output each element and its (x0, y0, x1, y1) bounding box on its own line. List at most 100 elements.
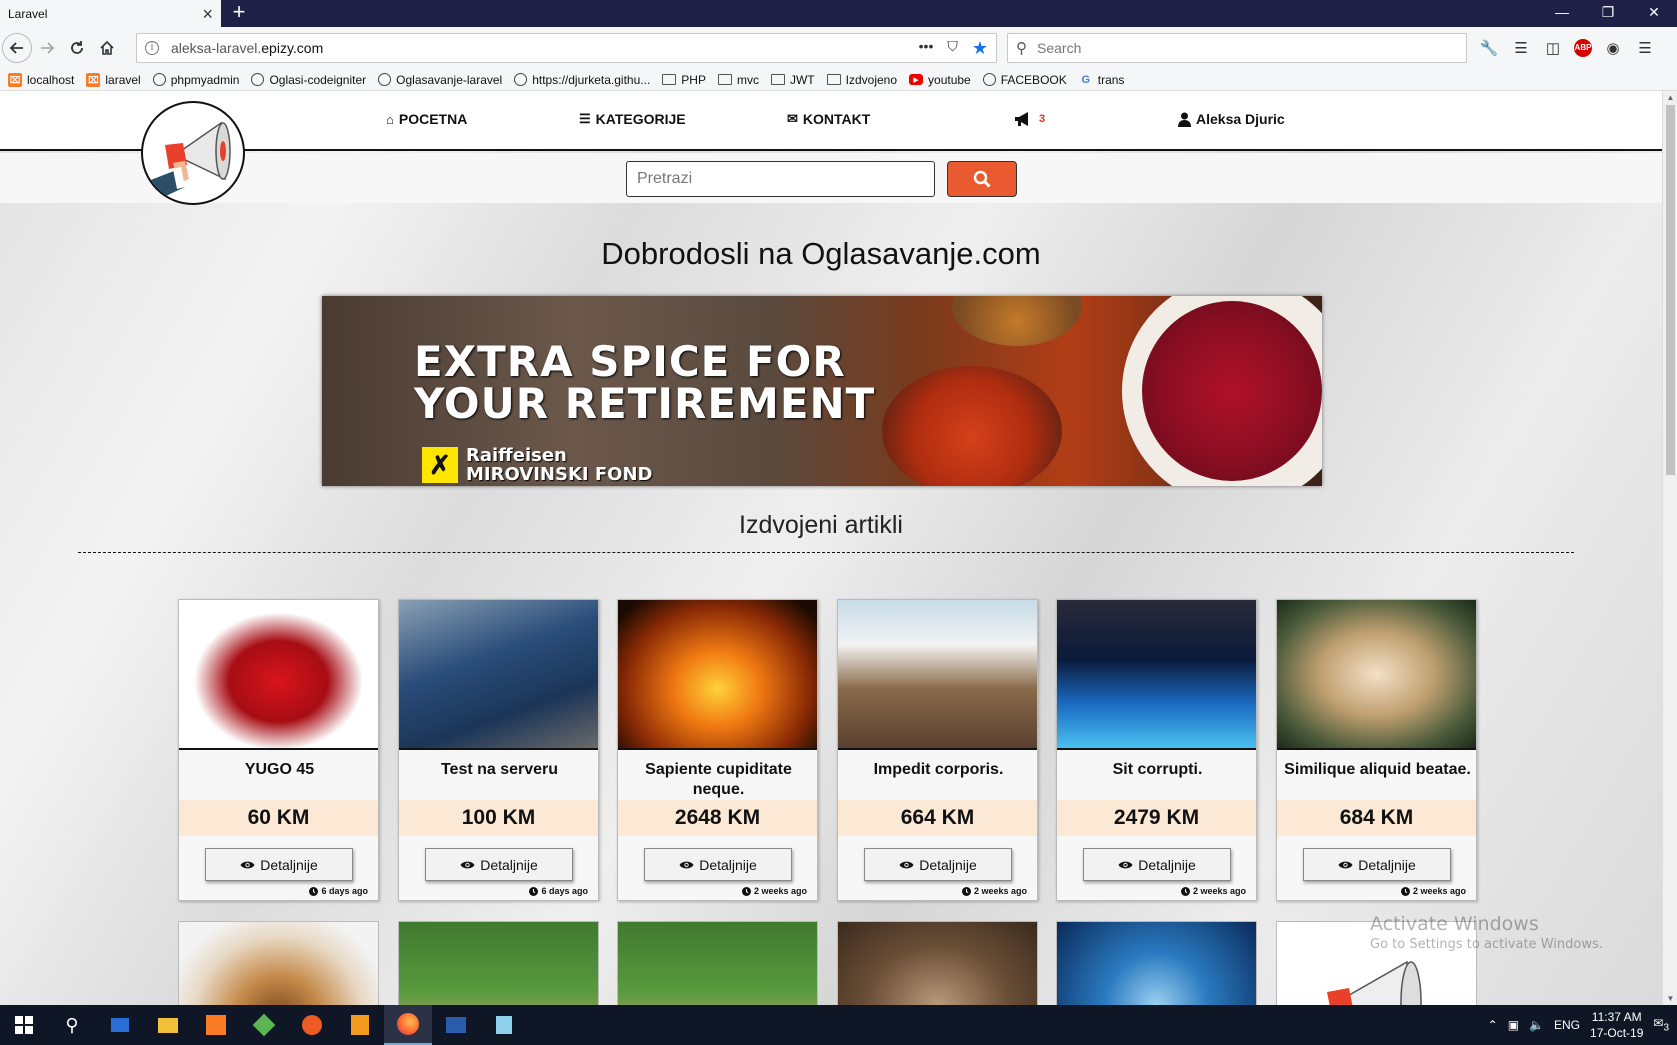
adblock-icon[interactable]: ABP (1574, 39, 1592, 57)
nav-home[interactable]: ⌂ POCETNA (386, 111, 467, 127)
menu-icon[interactable]: ☰ (1634, 39, 1656, 57)
git-icon[interactable] (240, 1005, 288, 1045)
library-icon[interactable]: ☰ (1510, 39, 1532, 57)
notepad-icon[interactable] (480, 1005, 528, 1045)
bookmark-item[interactable]: ⌧ localhost (8, 72, 74, 87)
listing-card-image[interactable] (398, 921, 599, 1005)
site-info-icon[interactable]: i (145, 41, 159, 55)
sidebar-icon[interactable]: ◫ (1542, 39, 1564, 57)
search-button[interactable] (947, 161, 1017, 197)
nav-user[interactable]: Aleksa Djuric (1178, 111, 1285, 127)
back-button[interactable] (2, 33, 32, 63)
listing-card-image[interactable] (617, 921, 818, 1005)
clock-icon (529, 886, 539, 896)
clock-date: 17-Oct-19 (1590, 1026, 1644, 1040)
listing-card-image[interactable] (618, 600, 817, 750)
powershell-icon[interactable] (432, 1005, 480, 1045)
listing-card-image[interactable] (399, 600, 598, 750)
globe-icon (152, 73, 166, 86)
listing-card-image[interactable] (179, 600, 378, 750)
bookmark-item[interactable]: ▶ youtube (909, 73, 971, 87)
pocket-icon[interactable]: ⛉ (947, 38, 958, 59)
bookmark-star-icon[interactable]: ★ (972, 38, 988, 59)
listing-card-image[interactable] (838, 600, 1037, 750)
tab-close-icon[interactable]: × (202, 5, 213, 23)
task-view-icon[interactable] (96, 1005, 144, 1045)
sublime-icon[interactable] (336, 1005, 384, 1045)
scroll-down-icon[interactable]: ▼ (1663, 994, 1677, 1003)
new-tab-button[interactable]: + (228, 0, 250, 27)
scroll-up-icon[interactable]: ▲ (1663, 93, 1677, 102)
restore-icon[interactable]: ❐ (1585, 0, 1631, 27)
file-explorer-icon[interactable] (144, 1005, 192, 1045)
home-button[interactable] (92, 33, 122, 63)
listing-card-image[interactable] (837, 921, 1038, 1005)
details-button[interactable]: Detaljnije (1083, 848, 1231, 881)
globe-icon (982, 73, 996, 86)
account-icon[interactable]: ◉ (1602, 39, 1624, 57)
bookmark-item[interactable]: FACEBOOK (982, 73, 1067, 87)
banner-paprika-decoration (882, 366, 1062, 486)
clock-icon (1400, 886, 1410, 896)
page-actions-icon[interactable]: ••• (919, 38, 934, 59)
bookmark-item[interactable]: JWT (770, 73, 815, 87)
listing-title: Sit corrupti. (1112, 761, 1203, 778)
listing-card-image[interactable] (1057, 600, 1256, 750)
details-button[interactable]: Detaljnije (644, 848, 792, 881)
listing-card-image[interactable] (1277, 600, 1476, 750)
raiffeisen-logo-icon: ✗ (422, 447, 458, 483)
volume-icon[interactable]: 🔈 (1529, 1018, 1544, 1032)
nav-categories[interactable]: ☰ KATEGORIJE (579, 111, 686, 127)
advertisement-banner[interactable]: EXTRA SPICE FOR YOUR RETIREMENT ✗ Raiffe… (322, 296, 1322, 486)
clock-icon (961, 886, 971, 896)
search-input[interactable] (626, 161, 935, 197)
scroll-thumb[interactable] (1666, 105, 1675, 475)
listing-price: 2648 KM (618, 800, 817, 836)
details-button[interactable]: Detaljnije (864, 848, 1012, 881)
listing-price: 60 KM (179, 800, 378, 836)
wrench-icon[interactable]: 🔧 (1478, 39, 1500, 57)
browser-search-bar[interactable]: ⚲ Search (1007, 33, 1467, 63)
language-indicator[interactable]: ENG (1554, 1018, 1580, 1032)
listing-card-image[interactable] (1056, 921, 1257, 1005)
folder-icon (826, 74, 841, 85)
reload-button[interactable] (62, 33, 92, 63)
details-button[interactable]: Detaljnije (205, 848, 353, 881)
minimize-icon[interactable]: — (1539, 0, 1585, 27)
nav-contact[interactable]: ✉ KONTAKT (787, 111, 870, 127)
megaphone-icon (1015, 112, 1028, 126)
url-bar[interactable]: i aleksa-laravel.epizy.com ••• ⛉ ★ (136, 33, 997, 63)
bookmark-item[interactable]: Oglasavanje-laravel (378, 73, 502, 87)
bookmark-item[interactable]: ⌧ laravel (86, 72, 141, 87)
search-taskbar-icon[interactable]: ⚲ (48, 1005, 96, 1045)
postman-icon[interactable] (288, 1005, 336, 1045)
site-logo[interactable] (141, 101, 245, 205)
notification-center-icon[interactable]: ✉3 (1653, 1016, 1669, 1033)
clock[interactable]: 11:37 AM 17-Oct-19 (1590, 1009, 1643, 1041)
url-actions: ••• ⛉ ★ (919, 38, 988, 59)
url-text[interactable]: aleksa-laravel.epizy.com (171, 40, 919, 56)
tray-chevron-icon[interactable]: ⌃ (1488, 1018, 1498, 1032)
bookmark-item[interactable]: https://djurketa.githu... (514, 73, 650, 87)
start-button[interactable] (0, 1005, 48, 1045)
bookmark-item[interactable]: Izdvojeno (826, 73, 897, 87)
firefox-icon[interactable] (384, 1005, 432, 1045)
close-window-icon[interactable]: ✕ (1631, 0, 1677, 27)
browser-tab[interactable]: Laravel × (0, 0, 221, 27)
bookmark-item[interactable]: Oglasi-codeigniter (251, 73, 366, 87)
bookmark-label: phpmyadmin (170, 72, 240, 87)
bookmark-item[interactable]: phpmyadmin (152, 72, 240, 87)
bookmark-item[interactable]: mvc (717, 73, 759, 87)
network-icon[interactable]: ▣ (1508, 1018, 1519, 1032)
details-button[interactable]: Detaljnije (1303, 848, 1451, 881)
bookmark-item[interactable]: PHP (662, 73, 706, 87)
forward-button[interactable] (32, 33, 62, 63)
details-button[interactable]: Detaljnije (425, 848, 573, 881)
bookmark-item[interactable]: Gtrans (1079, 73, 1124, 87)
listing-card-image[interactable] (178, 921, 379, 1005)
xampp-icon[interactable] (192, 1005, 240, 1045)
envelope-icon: ✉ (787, 111, 798, 126)
nav-notifications[interactable]: 3 (1014, 111, 1045, 127)
details-button-label: Detaljnije (699, 856, 757, 873)
vertical-scrollbar[interactable]: ▲ ▼ (1662, 91, 1677, 1005)
